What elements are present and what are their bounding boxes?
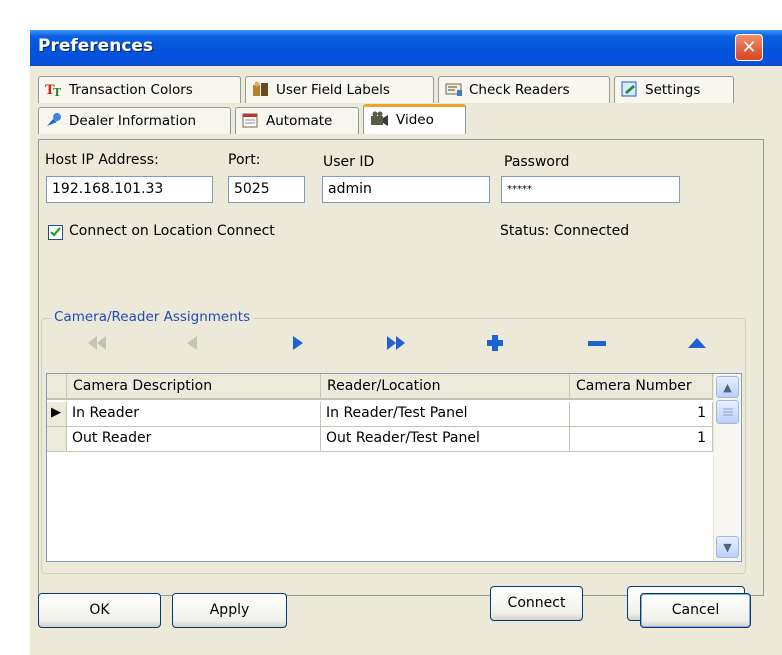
settings-icon: [621, 81, 639, 101]
assignments-grid[interactable]: Camera Description Reader/Location Camer…: [46, 373, 742, 562]
title-bar[interactable]: Preferences ✕: [30, 30, 782, 66]
move-all-left-button[interactable]: [82, 333, 112, 356]
tab-label: Video: [396, 112, 434, 128]
column-header-camera-description[interactable]: Camera Description: [67, 374, 321, 400]
tab-video[interactable]: Video: [363, 104, 466, 134]
dealer-information-icon: [45, 112, 63, 132]
move-up-icon: [688, 338, 706, 348]
scroll-up-icon: ▲: [723, 381, 732, 394]
add-button[interactable]: [480, 333, 510, 356]
row-header[interactable]: [47, 427, 67, 452]
column-header-camera-number[interactable]: Camera Number: [570, 374, 713, 400]
tab-automate[interactable]: Automate: [235, 107, 359, 134]
host-ip-label: Host IP Address:: [45, 152, 159, 168]
table-row-cell[interactable]: In Reader/Test Panel: [321, 402, 570, 427]
automate-icon: [242, 112, 260, 132]
current-row-pointer-icon: ▶: [51, 405, 61, 420]
password-label: Password: [504, 154, 570, 170]
svg-text:T: T: [53, 86, 62, 97]
scroll-down-icon: ▼: [723, 541, 732, 554]
table-row-cell[interactable]: 1: [570, 402, 713, 427]
scroll-up-button[interactable]: ▲: [716, 376, 739, 398]
status-text: Status: Connected: [500, 223, 630, 239]
check-readers-icon: [445, 81, 463, 101]
tab-label: Dealer Information: [69, 113, 197, 129]
move-right-button[interactable]: [282, 333, 312, 356]
move-all-right-icon: [387, 336, 405, 350]
move-left-icon: [187, 336, 197, 350]
tab-label: Automate: [266, 113, 333, 129]
close-button[interactable]: ✕: [735, 34, 763, 61]
apply-button[interactable]: Apply: [172, 593, 287, 628]
connect-on-location-checkbox[interactable]: [48, 225, 63, 240]
cancel-button[interactable]: Cancel: [640, 593, 751, 628]
tab-label: User Field Labels: [276, 82, 390, 98]
video-settings-panel: Host IP Address: 192.168.101.33 Port: 50…: [38, 139, 764, 621]
table-row-cell[interactable]: Out Reader: [67, 427, 321, 452]
vertical-scrollbar[interactable]: ▲ ▼: [713, 374, 741, 561]
user-id-label: User ID: [323, 154, 375, 170]
tab-user-field-labels[interactable]: User Field Labels: [245, 76, 434, 103]
table-row-cell[interactable]: 1: [570, 427, 713, 452]
video-camera-icon: [370, 111, 390, 131]
tab-transaction-colors[interactable]: TT Transaction Colors: [38, 76, 241, 103]
connect-on-location-label: Connect on Location Connect: [69, 223, 275, 239]
transaction-colors-icon: TT: [45, 81, 63, 101]
grip-icon: [722, 408, 733, 416]
tab-label: Settings: [645, 82, 701, 98]
move-all-right-button[interactable]: [381, 333, 411, 356]
column-header-reader-location[interactable]: Reader/Location: [321, 374, 570, 400]
remove-icon: [588, 341, 606, 346]
ok-button[interactable]: OK: [38, 593, 161, 628]
window-title: Preferences: [38, 36, 154, 56]
group-legend: Camera/Reader Assignments: [52, 309, 253, 325]
remove-button[interactable]: [582, 333, 612, 356]
tab-settings[interactable]: Settings: [614, 76, 734, 103]
host-ip-field[interactable]: 192.168.101.33: [46, 176, 213, 203]
grid-corner-header: [47, 374, 67, 400]
port-field[interactable]: 5025: [228, 176, 305, 203]
tab-dealer-information[interactable]: Dealer Information: [38, 107, 231, 134]
preferences-window: Preferences ✕ TT Transaction Colors User…: [30, 30, 782, 655]
row-header[interactable]: ▶: [47, 402, 67, 427]
move-left-button[interactable]: [178, 333, 208, 356]
scroll-down-button[interactable]: ▼: [716, 536, 739, 558]
camera-reader-assignments-group: Camera/Reader Assignments Camera Descrip…: [41, 309, 746, 574]
tab-label: Transaction Colors: [69, 82, 193, 98]
tab-check-readers[interactable]: Check Readers: [438, 76, 610, 103]
add-icon: [487, 335, 503, 351]
move-right-icon: [293, 336, 303, 350]
tab-label: Check Readers: [469, 82, 570, 98]
move-all-left-icon: [88, 336, 106, 350]
table-row-cell[interactable]: In Reader: [67, 402, 321, 427]
connect-button[interactable]: Connect: [490, 586, 583, 621]
scroll-thumb[interactable]: [716, 400, 739, 424]
port-label: Port:: [228, 152, 261, 168]
password-field[interactable]: *****: [501, 176, 680, 203]
checkmark-icon: [50, 227, 61, 237]
user-field-labels-icon: [252, 81, 270, 101]
close-icon: ✕: [741, 37, 757, 58]
user-id-field[interactable]: admin: [322, 176, 490, 203]
move-up-button[interactable]: [682, 333, 712, 356]
table-row-cell[interactable]: Out Reader/Test Panel: [321, 427, 570, 452]
